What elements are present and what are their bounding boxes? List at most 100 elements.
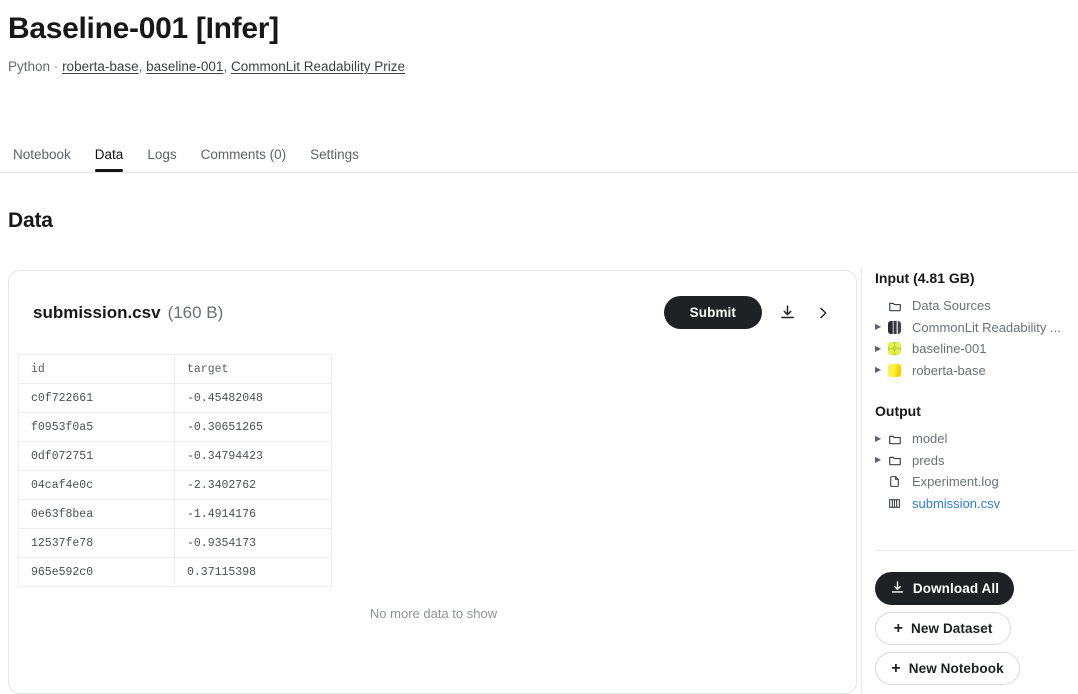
data-file-card: submission.csv (160 B) Submit id target …	[8, 270, 857, 694]
dataset-thumbnail-icon	[888, 320, 907, 334]
tree-item-label: CommonLit Readability ...	[912, 319, 1061, 335]
tree-item-experiment-log[interactable]: ▶ Experiment.log	[875, 471, 1075, 493]
cell-target: -1.4914176	[174, 499, 332, 529]
table-file-icon	[888, 497, 907, 510]
sidebar: Input (4.81 GB) ▶ Data Sources ▶ CommonL…	[875, 270, 1075, 514]
table-row: 12537fe78 -0.9354173	[18, 528, 332, 558]
tree-item-label: roberta-base	[912, 362, 986, 378]
data-file-card-header: submission.csv (160 B) Submit	[9, 271, 856, 354]
tree-item-preds[interactable]: ▶ preds	[875, 450, 1075, 472]
data-preview-table: id target c0f722661 -0.45482048 f0953f0a…	[18, 354, 332, 587]
cell-id: 12537fe78	[18, 528, 175, 558]
subtitle-separator: ·	[53, 59, 59, 74]
empty-state-message: No more data to show	[369, 606, 498, 621]
tree-item-submission-csv[interactable]: ▶ submission.csv	[875, 493, 1075, 515]
column-header-id: id	[18, 354, 175, 384]
main-content: submission.csv (160 B) Submit id target …	[8, 270, 857, 694]
cell-target: -0.45482048	[174, 383, 332, 413]
download-all-label: Download All	[912, 581, 1000, 596]
tree-item-label: Experiment.log	[912, 474, 999, 490]
tree-item-roberta-base[interactable]: ▶ roberta-base	[875, 360, 1075, 382]
tree-item-commonlit-readability[interactable]: ▶ CommonLit Readability ...	[875, 317, 1075, 339]
cell-id: c0f722661	[18, 383, 175, 413]
download-all-button[interactable]: Download All	[875, 572, 1014, 605]
tab-notebook[interactable]: Notebook	[8, 147, 83, 172]
cell-target: -0.30651265	[174, 412, 332, 442]
download-icon	[890, 580, 905, 598]
card-header-actions: Submit	[663, 296, 834, 329]
tree-item-data-sources[interactable]: ▶ Data Sources	[875, 295, 1075, 317]
column-header-target: target	[174, 354, 332, 384]
cell-target: -2.3402762	[174, 470, 332, 500]
tree-item-label: model	[912, 431, 948, 447]
new-notebook-button[interactable]: + New Notebook	[875, 652, 1020, 685]
table-row: 965e592c0 0.37115398	[18, 557, 332, 587]
sidebar-button-divider	[875, 550, 1075, 551]
table-header-row: id target	[18, 354, 332, 384]
cell-target: -0.9354173	[174, 528, 332, 558]
notebook-data-page: Baseline-001 [Infer] Python · roberta-ba…	[0, 0, 1078, 694]
caret-icon: ▶	[875, 302, 888, 310]
plus-icon: +	[891, 659, 901, 677]
chevron-right-icon[interactable]	[812, 302, 834, 324]
dataset-thumbnail-icon	[888, 363, 907, 377]
tab-data[interactable]: Data	[83, 147, 136, 172]
subtitle-link-baseline-001[interactable]: baseline-001	[146, 59, 223, 74]
table-row: c0f722661 -0.45482048	[18, 383, 332, 413]
cell-id: 965e592c0	[18, 557, 175, 587]
sidebar-actions: Download All + New Dataset + New Noteboo…	[875, 572, 1075, 685]
folder-icon	[888, 453, 907, 467]
table-row: 04caf4e0c -2.3402762	[18, 470, 332, 500]
tree-item-baseline-001[interactable]: ▶ baseline-001	[875, 338, 1075, 360]
output-section-title: Output	[875, 403, 921, 419]
plus-icon: +	[893, 619, 904, 637]
folder-icon	[888, 299, 907, 313]
subtitle-link-commonlit[interactable]: CommonLit Readability Prize	[231, 59, 405, 74]
submit-button[interactable]: Submit	[663, 296, 762, 329]
download-icon[interactable]	[776, 302, 798, 324]
dataset-thumbnail-icon	[888, 342, 907, 356]
subtitle-comma-2: ,	[223, 59, 231, 74]
cell-id: 0e63f8bea	[18, 499, 175, 529]
file-icon	[888, 475, 907, 488]
tree-item-label[interactable]: submission.csv	[907, 496, 1000, 511]
page-header: Baseline-001 [Infer] Python · roberta-ba…	[0, 0, 1078, 76]
caret-icon[interactable]: ▶	[875, 456, 888, 464]
subtitle-comma-1: ,	[138, 59, 147, 74]
caret-icon[interactable]: ▶	[875, 434, 888, 443]
tab-logs[interactable]: Logs	[135, 147, 188, 172]
tab-bar: Notebook Data Logs Comments (0) Settings	[8, 136, 1078, 172]
tree-item-label: Data Sources	[912, 298, 991, 314]
caret-icon[interactable]: ▶	[875, 323, 888, 331]
tab-comments[interactable]: Comments (0)	[189, 147, 299, 172]
cell-id: 04caf4e0c	[18, 470, 175, 500]
caret-icon[interactable]: ▶	[875, 344, 888, 353]
caret-icon: ▶	[875, 478, 888, 486]
new-dataset-button[interactable]: + New Dataset	[875, 612, 1011, 645]
tree-item-label: preds	[912, 452, 945, 468]
page-subtitle: Python · roberta-base, baseline-001, Com…	[8, 58, 1078, 76]
tree-item-label: baseline-001	[912, 341, 987, 357]
tab-bar-divider	[0, 172, 1078, 173]
folder-icon	[888, 432, 907, 446]
subtitle-link-roberta-base[interactable]: roberta-base	[62, 59, 139, 74]
cell-target: 0.37115398	[174, 557, 332, 587]
table-row: 0e63f8bea -1.4914176	[18, 499, 332, 529]
new-dataset-label: New Dataset	[911, 621, 993, 636]
subtitle-language: Python	[8, 59, 51, 74]
tab-settings[interactable]: Settings	[298, 147, 371, 172]
table-row: f0953f0a5 -0.30651265	[18, 412, 332, 442]
sidebar-divider	[861, 268, 862, 694]
tree-item-model[interactable]: ▶ model	[875, 428, 1075, 450]
new-notebook-label: New Notebook	[908, 661, 1004, 676]
input-section-title: Input (4.81 GB)	[875, 270, 975, 286]
caret-icon: ▶	[875, 499, 888, 507]
file-name: submission.csv	[33, 302, 161, 322]
cell-target: -0.34794423	[174, 441, 332, 471]
section-heading: Data	[8, 209, 53, 232]
caret-icon[interactable]: ▶	[875, 366, 888, 374]
table-row: 0df072751 -0.34794423	[18, 441, 332, 471]
file-size: (160 B)	[167, 302, 224, 322]
page-title: Baseline-001 [Infer]	[8, 12, 279, 45]
cell-id: f0953f0a5	[18, 412, 175, 442]
